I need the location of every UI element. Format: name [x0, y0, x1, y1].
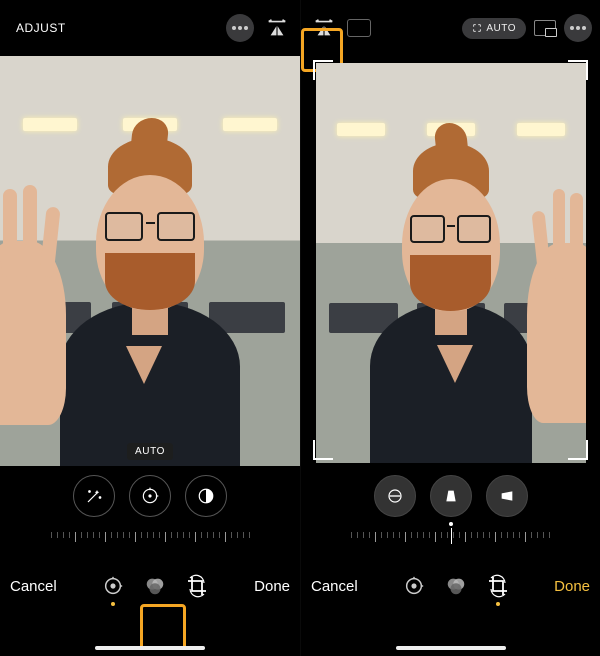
crop-rotate-icon[interactable]: [185, 574, 209, 598]
cancel-button[interactable]: Cancel: [311, 578, 358, 595]
bottom-bar-right: Cancel Done: [301, 558, 600, 614]
crop-corner-top-right[interactable]: [568, 60, 588, 80]
filters-icon[interactable]: [143, 574, 167, 598]
adjust-tab[interactable]: ADJUST: [8, 17, 74, 39]
crop-dial[interactable]: [301, 526, 600, 558]
auto-badge: AUTO: [127, 443, 173, 460]
top-bar-left: ADJUST: [0, 0, 300, 56]
done-button[interactable]: Done: [554, 578, 590, 595]
crop-rotate-icon[interactable]: [486, 574, 510, 598]
right-screen: AUTO: [300, 0, 600, 656]
left-screen: ADJUST: [0, 0, 300, 656]
aspect-ratio-icon[interactable]: [534, 20, 556, 36]
adjust-tools-row: [0, 466, 300, 526]
rotate-icon[interactable]: [347, 19, 371, 37]
bottom-bar-left: Cancel Done: [0, 558, 300, 614]
exposure-dial-icon[interactable]: [129, 475, 171, 517]
magic-wand-icon[interactable]: [73, 475, 115, 517]
tune-icon[interactable]: [101, 574, 125, 598]
done-button[interactable]: Done: [254, 578, 290, 595]
straighten-icon[interactable]: [374, 475, 416, 517]
tune-icon[interactable]: [402, 574, 426, 598]
flip-horizontal-icon[interactable]: [262, 13, 292, 43]
crop-corner-top-left[interactable]: [313, 60, 333, 80]
adjust-dial[interactable]: [0, 526, 300, 558]
top-bar-right: AUTO: [301, 0, 600, 56]
filters-icon[interactable]: [444, 574, 468, 598]
auto-crop-label: AUTO: [486, 23, 516, 34]
crop-tools-row: [301, 466, 600, 526]
flip-horizontal-icon[interactable]: [309, 13, 339, 43]
cancel-button[interactable]: Cancel: [10, 578, 57, 595]
more-icon[interactable]: [226, 14, 254, 42]
home-indicator[interactable]: [95, 646, 205, 650]
home-indicator[interactable]: [396, 646, 506, 650]
perspective-horizontal-icon[interactable]: [486, 475, 528, 517]
more-icon[interactable]: [564, 14, 592, 42]
contrast-icon[interactable]: [185, 475, 227, 517]
auto-crop-button[interactable]: AUTO: [462, 18, 526, 39]
crop-corner-bottom-left[interactable]: [313, 440, 333, 460]
perspective-vertical-icon[interactable]: [430, 475, 472, 517]
crop-corner-bottom-right[interactable]: [568, 440, 588, 460]
photo-canvas-left[interactable]: AUTO: [0, 56, 300, 466]
photo-canvas-right[interactable]: [301, 56, 600, 466]
